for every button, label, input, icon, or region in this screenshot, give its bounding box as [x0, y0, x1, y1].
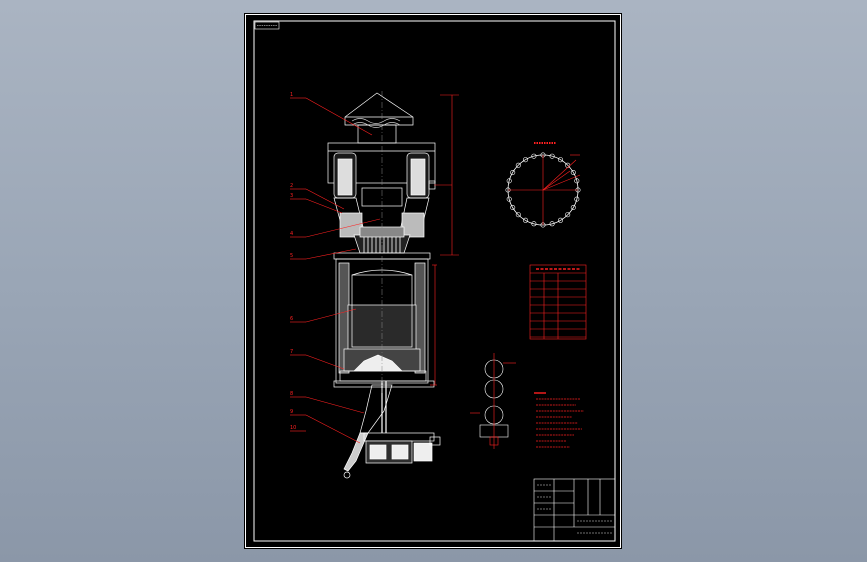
- cad-drawing: 1 2 3 4 5 6 7 8 9 10: [245, 14, 621, 548]
- small-detail-view: [470, 353, 516, 449]
- balloon-9: 9: [290, 409, 293, 415]
- balloon-labels: 1 2 3 4 5 6 7 8 9 10: [290, 92, 296, 431]
- circle-detail-view: [505, 142, 581, 228]
- balloon-6: 6: [290, 316, 293, 322]
- spec-table: [529, 264, 587, 340]
- title-block: [533, 478, 616, 542]
- balloon-2: 2: [290, 183, 293, 189]
- mill-assembly: [327, 91, 441, 479]
- top-cap: [344, 92, 414, 126]
- drawing-sheet: 1 2 3 4 5 6 7 8 9 10: [244, 13, 622, 549]
- leader-lines: [290, 97, 381, 444]
- balloon-10: 10: [290, 425, 296, 431]
- balloon-8: 8: [290, 391, 293, 397]
- balloon-1: 1: [290, 92, 293, 98]
- balloon-3: 3: [290, 193, 293, 199]
- balloon-7: 7: [290, 349, 293, 355]
- balloon-4: 4: [290, 231, 293, 237]
- dimension-lines: [430, 94, 459, 386]
- balloon-5: 5: [290, 253, 293, 259]
- technical-notes: [534, 392, 584, 448]
